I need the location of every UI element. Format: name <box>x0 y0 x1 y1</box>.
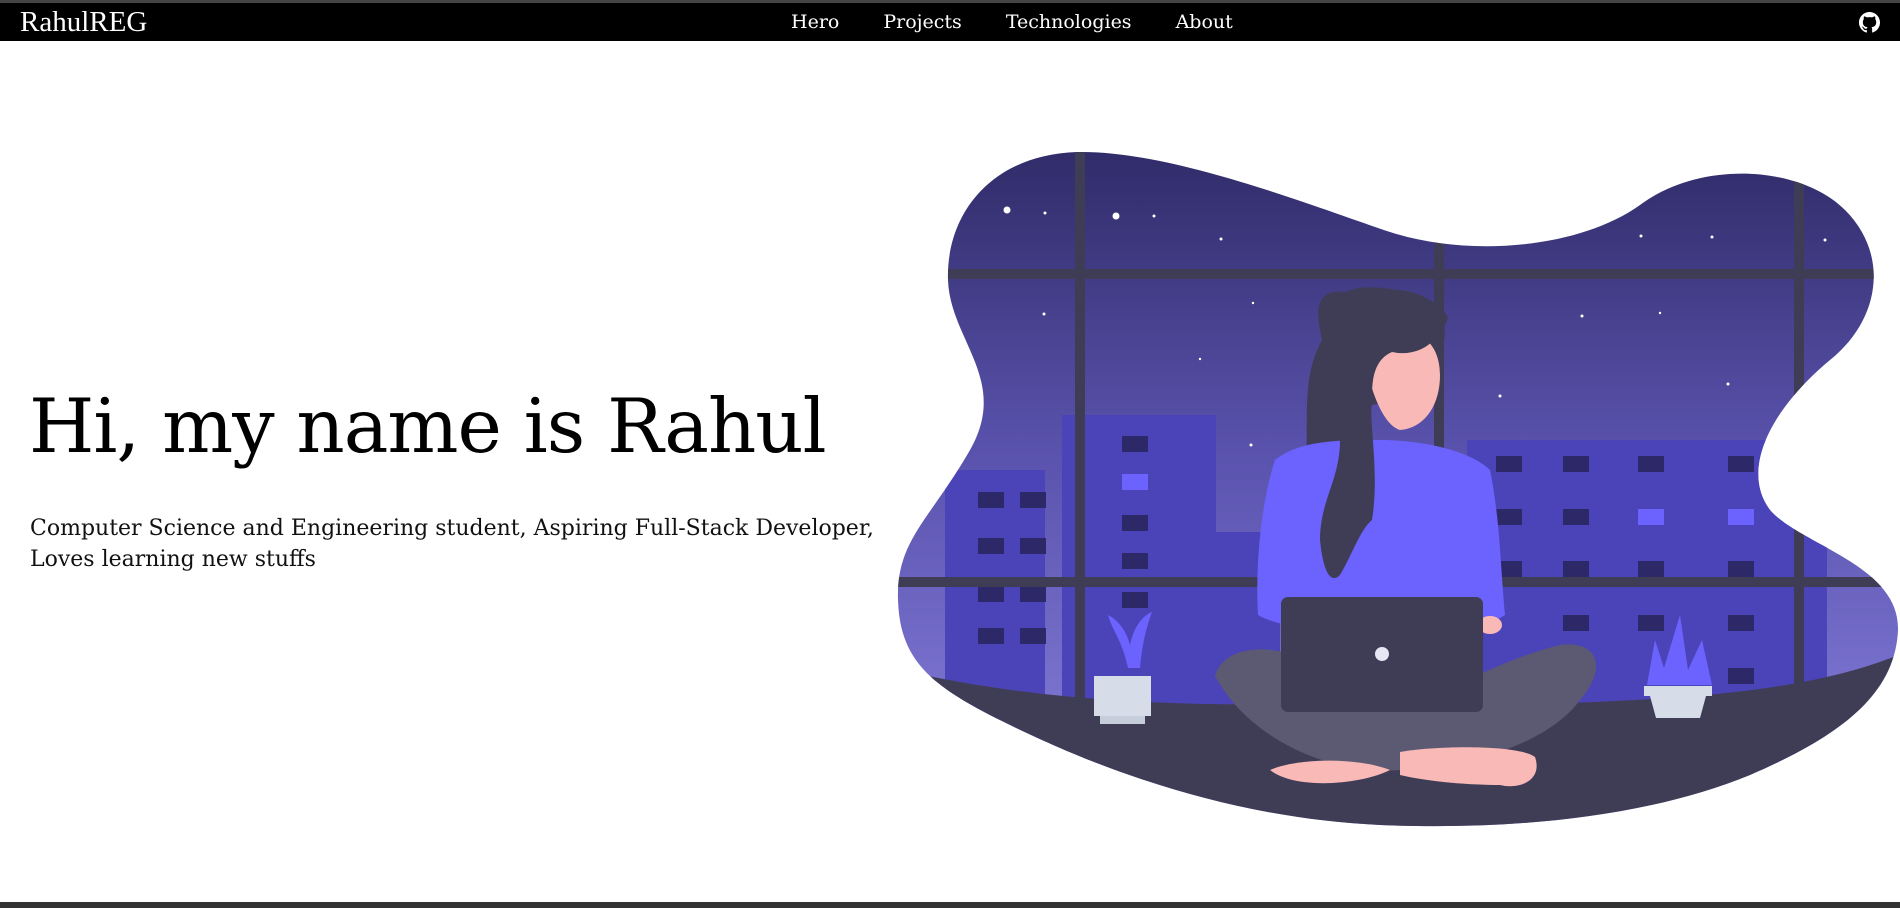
lit-window-right-2 <box>1728 509 1754 525</box>
hero-title: Hi, my name is Rahul <box>29 382 827 470</box>
nav-link-technologies[interactable]: Technologies <box>1006 11 1132 33</box>
lit-window <box>1122 474 1148 490</box>
brand-logo[interactable]: RahulREG <box>20 6 147 39</box>
hero-illustration <box>897 151 1899 827</box>
nav-link-hero[interactable]: Hero <box>791 11 839 33</box>
hero-subtitle: Computer Science and Engineering student… <box>30 513 910 575</box>
lit-window-right-1 <box>1638 509 1664 525</box>
nav-link-about[interactable]: About <box>1176 11 1233 33</box>
github-icon[interactable] <box>1859 12 1880 33</box>
laptop-logo <box>1375 647 1389 661</box>
nav-link-projects[interactable]: Projects <box>883 11 961 33</box>
hero-subtitle-line-1: Computer Science and Engineering student… <box>30 516 874 541</box>
window-bottom-border <box>0 902 1900 908</box>
hero-subtitle-line-2: Loves learning new stuffs <box>30 547 316 572</box>
navbar: RahulREG Hero Projects Technologies Abou… <box>0 3 1900 41</box>
nav-links: Hero Projects Technologies About <box>791 11 1277 33</box>
